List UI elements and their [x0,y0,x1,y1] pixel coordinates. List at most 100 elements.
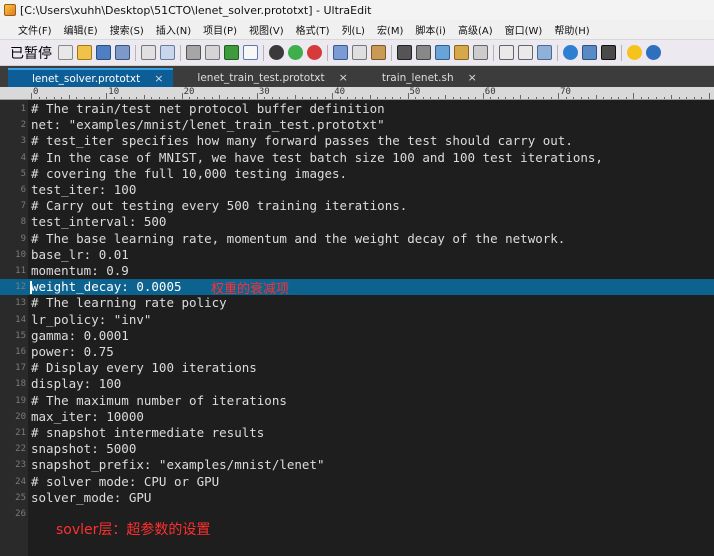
replace-icon[interactable] [435,45,450,60]
menu-script[interactable]: 脚本(i) [409,22,452,37]
code-line[interactable]: 16 power: 0.75 [0,344,714,360]
code-editor[interactable]: 1 # The train/test net protocol buffer de… [0,100,714,556]
line-number: 17 [15,363,26,374]
help-icon[interactable] [646,45,661,60]
code-line[interactable]: 10 base_lr: 0.01 [0,247,714,263]
menu-macro[interactable]: 宏(M) [371,22,409,37]
code-line[interactable]: 1 # The train/test net protocol buffer de… [0,101,714,117]
code-line[interactable]: 5 # covering the full 10,000 testing imag… [0,166,714,182]
save-all-icon[interactable] [115,45,130,60]
print-preview-icon[interactable] [160,45,175,60]
code-line[interactable]: 25 solver_mode: GPU [0,490,714,506]
refresh-icon[interactable] [601,45,616,60]
code-line[interactable]: 3 # test_iter specifies how many forward … [0,133,714,149]
line-text: # The base learning rate, momentum and t… [31,230,566,246]
line-number: 1 [20,104,26,114]
code-line[interactable]: 22 snapshot: 5000 [0,441,714,457]
code-line[interactable]: 11 momentum: 0.9 [0,263,714,279]
tab-lenet-train-test[interactable]: lenet_train_test.prototxt × [173,68,357,87]
stop-macro-icon[interactable] [307,45,322,60]
paste-icon[interactable] [371,45,386,60]
toolbar-separator [180,44,181,61]
line-number: 6 [20,185,26,195]
ruler-tick [580,97,582,99]
ruler-tick [452,97,454,99]
cut-icon[interactable] [333,45,348,60]
ruler-tick [595,95,597,99]
code-line[interactable]: 7 # Carry out testing every 500 training … [0,198,714,214]
code-line[interactable]: 2 net: "examples/mnist/lenet_train_test.p… [0,117,714,133]
code-line[interactable]: 20 max_iter: 10000 [0,409,714,425]
line-text: # Display every 100 iterations [31,360,257,376]
code-line[interactable]: 8 test_interval: 500 [0,214,714,230]
code-line[interactable]: 19 # The maximum number of iterations [0,393,714,409]
tile-windows-icon[interactable] [518,45,533,60]
new-file-icon[interactable] [58,45,73,60]
ftp-icon[interactable] [582,45,597,60]
ruler-tick [83,97,85,99]
ruler-tick [558,93,560,99]
code-line[interactable]: 24 # solver mode: CPU or GPU [0,474,714,490]
hex-mode-icon[interactable] [186,45,201,60]
toolbar: 已暂停 [0,40,714,66]
ruler-tick [399,97,401,99]
menu-search[interactable]: 搜索(S) [104,22,150,37]
menu-insert[interactable]: 插入(N) [150,22,197,37]
menu-view[interactable]: 视图(V) [243,22,290,37]
code-line[interactable]: 15 gamma: 0.0001 [0,328,714,344]
code-line[interactable]: 23 snapshot_prefix: "examples/mnist/lenet… [0,457,714,473]
line-text: # Carry out testing every 500 training i… [31,198,408,214]
menu-window[interactable]: 窗口(W) [499,22,549,37]
cascade-windows-icon[interactable] [537,45,552,60]
close-icon[interactable]: × [339,71,348,84]
ruler-tick [354,97,356,99]
split-window-icon[interactable] [499,45,514,60]
tip-lightbulb-icon[interactable] [627,45,642,60]
tab-lenet-solver[interactable]: lenet_solver.prototxt × [8,68,174,87]
code-line[interactable]: 21 # snapshot intermediate results [0,425,714,441]
web-browser-icon[interactable] [563,45,578,60]
code-line[interactable]: 13 # The learning rate policy [0,295,714,311]
ruler-tick [625,97,627,99]
ruler-tick [467,97,469,99]
code-line[interactable]: 17 # Display every 100 iterations [0,360,714,376]
ruler-tick [166,97,168,99]
tab-train-lenet[interactable]: train_lenet.sh × [358,68,487,87]
ruler-tick [181,93,183,99]
record-macro-icon[interactable] [269,45,284,60]
menu-project[interactable]: 项目(P) [197,22,243,37]
line-text: snapshot: 5000 [31,441,137,457]
open-folder-icon[interactable] [77,45,92,60]
code-line[interactable]: 18 display: 100 [0,376,714,392]
play-macro-icon[interactable] [288,45,303,60]
find-icon[interactable] [397,45,412,60]
menu-edit[interactable]: 编辑(E) [58,22,104,37]
line-text: solver_mode: GPU [31,489,152,505]
column-mode-icon[interactable] [205,45,220,60]
close-icon[interactable]: × [468,71,477,84]
line-number: 9 [20,233,26,244]
line-number: 19 [15,395,26,406]
word-wrap-icon[interactable] [224,45,239,60]
menu-file[interactable]: 文件(F) [12,22,58,37]
code-line[interactable]: 6 test_iter: 100 [0,182,714,198]
code-line[interactable]: 9 # The base learning rate, momentum and … [0,231,714,247]
copy-icon[interactable] [352,45,367,60]
menu-column[interactable]: 列(L) [336,22,371,37]
ruler-tick [671,95,673,99]
close-icon[interactable]: × [154,72,163,85]
find-in-files-icon[interactable] [416,45,431,60]
replace-in-files-icon[interactable] [454,45,469,60]
goto-line-icon[interactable] [473,45,488,60]
code-line[interactable]: 14 lr_policy: "inv" [0,312,714,328]
menu-help[interactable]: 帮助(H) [548,22,595,37]
code-line-selected[interactable]: 12 weight_decay: 0.0005 [0,279,714,296]
code-line[interactable]: 4 # In the case of MNIST, we have test ba… [0,150,714,166]
save-icon[interactable] [96,45,111,60]
tab-label: lenet_solver.prototxt [32,72,141,85]
print-icon[interactable] [141,45,156,60]
line-numbers-icon[interactable] [243,45,258,60]
menu-advanced[interactable]: 高级(A) [452,22,499,37]
menu-format[interactable]: 格式(T) [290,22,336,37]
ruler-tick [407,93,409,99]
